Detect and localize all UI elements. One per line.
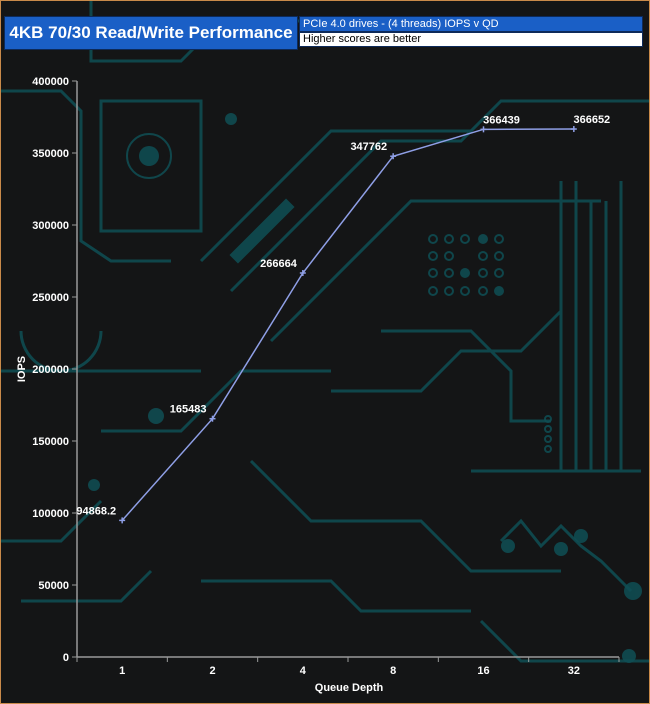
y-tick-label: 400000: [32, 76, 69, 88]
data-point-group: 94868.2 165483 266664 347762 366439 366652: [76, 114, 610, 524]
data-label: 366652: [573, 114, 610, 126]
y-tick-label: 50000: [38, 580, 69, 592]
y-tick-label: 150000: [32, 436, 69, 448]
y-tick-label: 350000: [32, 148, 69, 160]
chart-frame: 4KB 70/30 Read/Write Performance PCIe 4.…: [0, 0, 650, 704]
x-tick-label: 2: [209, 665, 215, 677]
y-axis-title: IOPS: [16, 356, 28, 382]
x-tick-label: 32: [568, 665, 580, 677]
x-tick-label: 4: [300, 665, 307, 677]
data-label: 266664: [260, 258, 298, 270]
x-axis-title: Queue Depth: [315, 682, 384, 694]
data-label: 347762: [350, 141, 387, 153]
y-tick-group: 0 50000 100000 150000 200000 250000 300000 3500…: [32, 76, 77, 664]
line-chart: 0 50000 100000 150000 200000 250000 300000 3500…: [16, 76, 620, 694]
data-label: 94868.2: [76, 505, 116, 517]
y-tick-label: 100000: [32, 508, 69, 520]
x-tick-label: 16: [477, 665, 489, 677]
series-line: [121, 128, 574, 521]
data-label: 366439: [483, 114, 520, 126]
y-tick-label: 300000: [32, 220, 69, 232]
data-label: 165483: [170, 404, 207, 416]
x-tick-label: 8: [390, 665, 396, 677]
x-tick-label: 1: [119, 665, 125, 677]
x-tick-group: 1 2 4 8 16 32: [76, 657, 620, 677]
y-tick-label: 0: [63, 652, 69, 664]
y-tick-label: 200000: [32, 364, 69, 376]
y-tick-label: 250000: [32, 292, 69, 304]
